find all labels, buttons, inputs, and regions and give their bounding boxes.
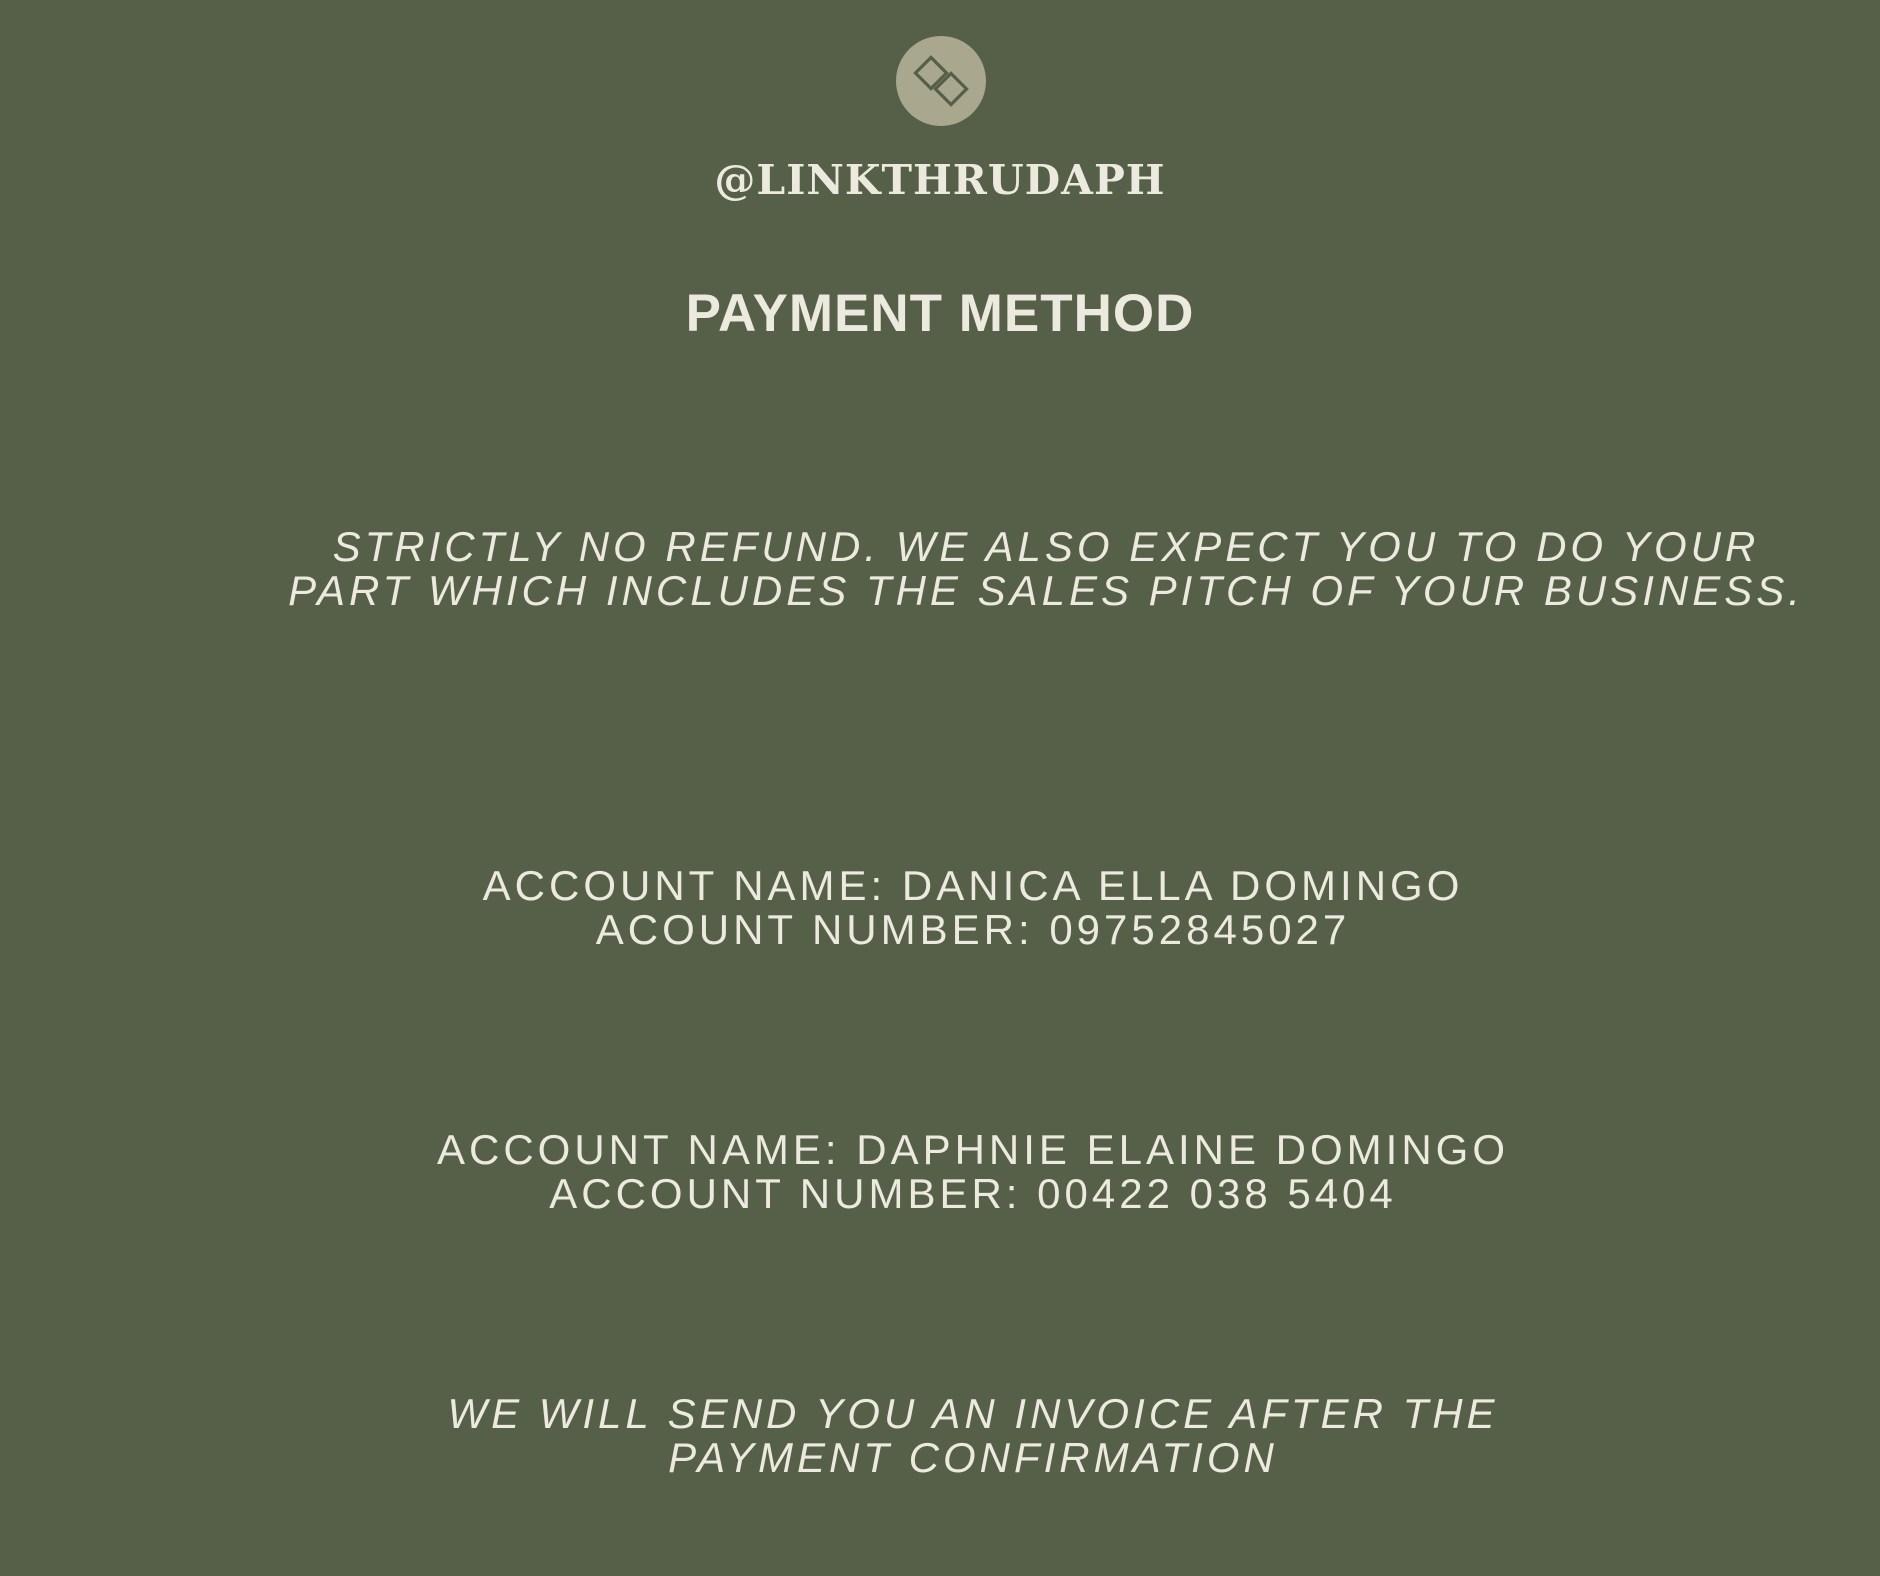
chain-link-icon	[913, 55, 969, 107]
page-title: PAYMENT METHOD	[685, 284, 1195, 343]
invoice-note-line: PAYMENT CONFIRMATION	[668, 1434, 1278, 1481]
account-number: ACCOUNT NUMBER: 00422 038 5404	[549, 1170, 1397, 1217]
account-name: ACCOUNT NAME: DAPHNIE ELAINE DOMINGO	[436, 1126, 1510, 1173]
refund-notice: STRICTLY NO REFUND. WE ALSO EXPECT YOU T…	[106, 525, 1880, 613]
payment-method-page: @LINKTHRUDAPH PAYMENT METHOD STRICTLY NO…	[0, 0, 1880, 1576]
brand-logo	[896, 36, 986, 126]
account-details-2: ACCOUNT NAME: DAPHNIE ELAINE DOMINGO ACC…	[33, 1128, 1880, 1216]
invoice-note-line: WE WILL SEND YOU AN INVOICE AFTER THE	[447, 1390, 1499, 1437]
account-name: ACCOUNT NAME: DANICA ELLA DOMINGO	[482, 862, 1464, 909]
invoice-note: WE WILL SEND YOU AN INVOICE AFTER THE PA…	[33, 1392, 1880, 1480]
refund-notice-line: STRICTLY NO REFUND. WE ALSO EXPECT YOU T…	[332, 523, 1760, 570]
refund-notice-line: PART WHICH INCLUDES THE SALES PITCH OF Y…	[288, 567, 1804, 614]
account-details-1: ACCOUNT NAME: DANICA ELLA DOMINGO ACOUNT…	[33, 864, 1880, 952]
account-number: ACOUNT NUMBER: 09752845027	[595, 906, 1351, 953]
brand-handle: @LINKTHRUDAPH	[714, 156, 1166, 204]
